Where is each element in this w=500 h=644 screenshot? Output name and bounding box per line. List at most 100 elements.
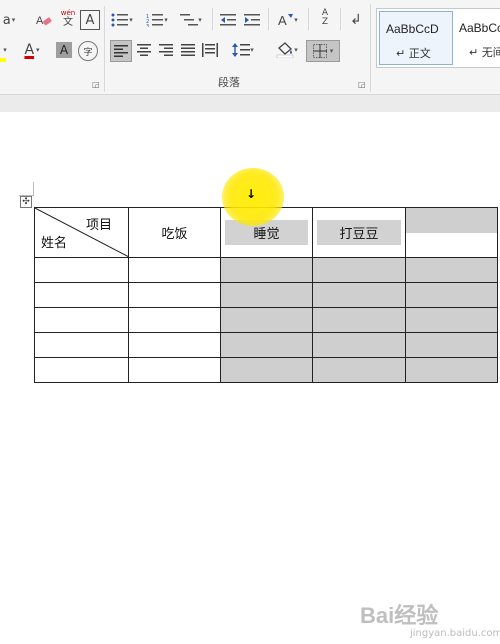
table-cell[interactable] xyxy=(128,257,221,283)
sort-button[interactable]: A Z xyxy=(314,8,336,28)
header-empty-unselected xyxy=(406,233,497,257)
distributed-button[interactable] xyxy=(200,40,220,60)
table-cell-selected[interactable] xyxy=(220,282,313,308)
table-cell[interactable] xyxy=(128,332,221,358)
character-shading-button[interactable]: A xyxy=(56,42,72,58)
styles-gallery: AaBbCcD ↵ 正文 AaBbCcD ↵ 无间 xyxy=(376,8,500,68)
svg-text:3: 3 xyxy=(146,24,149,27)
justify-button[interactable] xyxy=(178,40,198,60)
document-table: 项目 姓名 吃饭 睡觉 打豆豆 xyxy=(34,207,498,383)
borders-button[interactable]: ▾ xyxy=(306,40,340,62)
table-cell[interactable] xyxy=(128,307,221,333)
align-center-button[interactable] xyxy=(134,40,154,60)
align-left-button[interactable] xyxy=(110,40,132,62)
highlight-color-swatch xyxy=(0,58,6,62)
watermark-sub: jingyan.baidu.com xyxy=(410,628,500,639)
table-cell[interactable] xyxy=(128,357,221,383)
align-right-button[interactable] xyxy=(156,40,176,60)
table-cell-selected[interactable] xyxy=(220,332,313,358)
table-cell[interactable] xyxy=(34,282,129,308)
shading-button[interactable]: ▾ xyxy=(272,40,302,60)
table-cell-selected[interactable] xyxy=(405,257,498,283)
highlight-caret-icon: ▾ xyxy=(3,46,7,54)
font-color-button[interactable]: A ▾ xyxy=(18,40,46,60)
character-border-button[interactable]: A xyxy=(80,10,100,30)
justify-icon xyxy=(181,44,195,56)
table-cell[interactable] xyxy=(34,357,129,383)
clear-formatting-button[interactable]: A xyxy=(34,10,54,30)
style-normal-sample: AaBbCcD xyxy=(386,22,439,36)
table-cell-selected[interactable] xyxy=(405,307,498,333)
multilevel-list-button[interactable]: ▾ xyxy=(178,10,204,30)
watermark: Bai经验 jingyan.baidu.com xyxy=(360,596,500,644)
style-normal-name: ↵ 正文 xyxy=(396,47,431,60)
ribbon: a ▾ A wén 文 A ▾ 1 2 3 ▾ ▾ A ▾ A Z ↲ ▾ A ▾ xyxy=(0,0,500,95)
table-cell-selected[interactable] xyxy=(312,357,406,383)
table-cell[interactable] xyxy=(34,332,129,358)
table-cell-selected[interactable] xyxy=(405,332,498,358)
header-beat-doudou-label: 打豆豆 xyxy=(317,220,401,245)
change-case-button[interactable]: a ▾ xyxy=(0,10,18,30)
enclose-characters-button[interactable]: 字 xyxy=(78,41,98,61)
sort-z-label: Z xyxy=(321,17,329,27)
table-cell-selected[interactable] xyxy=(312,257,406,283)
text-direction-button[interactable]: A ▾ xyxy=(272,10,302,30)
diagonal-header-top: 项目 xyxy=(85,218,112,233)
table-row xyxy=(34,357,498,383)
font-size-suffix: a xyxy=(2,12,11,28)
header-cell-eat[interactable]: 吃饭 xyxy=(128,207,221,258)
style-no-spacing[interactable]: AaBbCcD ↵ 无间 xyxy=(453,11,500,63)
table-row xyxy=(34,282,498,308)
bullets-button[interactable]: ▾ xyxy=(110,10,134,30)
table-cell-selected[interactable] xyxy=(312,332,406,358)
style-normal[interactable]: AaBbCcD ↵ 正文 xyxy=(379,11,453,65)
pilcrow-icon: ↲ xyxy=(350,12,362,28)
header-eat-label: 吃饭 xyxy=(161,227,188,242)
table-cell-selected[interactable] xyxy=(220,307,313,333)
column-select-cursor-icon: ↓ xyxy=(246,187,257,201)
numbering-icon: 123 xyxy=(146,14,164,27)
diagonal-header-bottom: 姓名 xyxy=(41,236,68,251)
table-move-handle-icon[interactable]: ✣ xyxy=(20,196,32,208)
increase-indent-button[interactable] xyxy=(242,10,262,30)
table-cell-selected[interactable] xyxy=(312,282,406,308)
bullets-icon xyxy=(111,13,129,27)
enclose-char-label: 字 xyxy=(83,47,93,58)
align-right-icon xyxy=(159,44,173,56)
table-cell[interactable] xyxy=(34,257,129,283)
margin-corner-mark xyxy=(33,182,34,196)
watermark-main: Bai经验 xyxy=(360,603,439,628)
table-cell-selected[interactable] xyxy=(220,257,313,283)
header-cell-empty[interactable] xyxy=(405,207,498,258)
paragraph-dialog-launcher-icon[interactable]: ◲ xyxy=(358,80,366,89)
multilevel-list-icon xyxy=(180,14,199,26)
table-cell-selected[interactable] xyxy=(220,357,313,383)
header-cell-beat-doudou[interactable]: 打豆豆 xyxy=(312,207,406,258)
decrease-indent-icon xyxy=(220,14,236,26)
table-cell-selected[interactable] xyxy=(312,307,406,333)
borders-icon xyxy=(312,44,327,58)
table-cell-selected[interactable] xyxy=(405,282,498,308)
decrease-indent-button[interactable] xyxy=(218,10,238,30)
line-spacing-icon xyxy=(232,43,251,57)
eraser-icon: A xyxy=(36,15,52,27)
chinese-layout-icon: A xyxy=(278,13,294,28)
font-color-label: A xyxy=(24,42,35,58)
numbering-button[interactable]: 1 2 3 ▾ xyxy=(144,10,170,30)
table-row xyxy=(34,307,498,333)
font-dialog-launcher-icon[interactable]: ◲ xyxy=(92,80,100,89)
show-formatting-marks-button[interactable]: ↲ xyxy=(346,10,366,30)
line-spacing-button[interactable]: ▾ xyxy=(228,40,258,60)
table-cell-selected[interactable] xyxy=(405,357,498,383)
phonetic-guide-button[interactable]: wén 文 xyxy=(58,8,78,28)
table-row xyxy=(34,332,498,358)
style-no-spacing-name: ↵ 无间 xyxy=(469,46,500,59)
highlight-color-button[interactable]: ▾ xyxy=(0,40,10,60)
table-cell[interactable] xyxy=(128,282,221,308)
char-border-label: A xyxy=(85,12,95,28)
align-left-icon xyxy=(114,45,128,57)
diagonal-header-cell[interactable]: 项目 姓名 xyxy=(34,207,129,258)
svg-text:A: A xyxy=(36,15,44,27)
increase-indent-icon xyxy=(244,14,260,26)
table-cell[interactable] xyxy=(34,307,129,333)
